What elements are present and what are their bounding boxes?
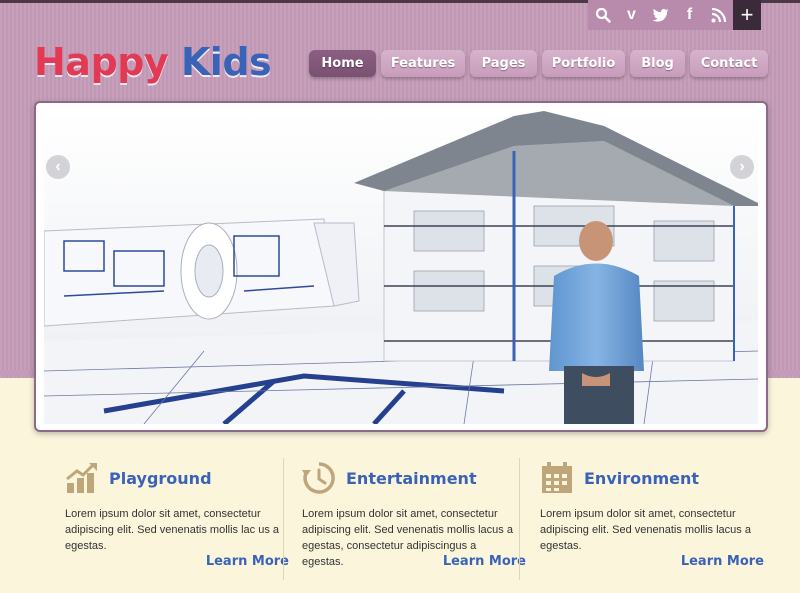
plus-icon[interactable]: + (733, 0, 761, 30)
search-icon[interactable] (588, 0, 617, 30)
main-nav: Home Features Pages Portfolio Blog Conta… (309, 50, 768, 77)
logo-word-kids: Kids (180, 40, 272, 84)
feature-text: Lorem ipsum dolor sit amet, consectetur … (65, 508, 280, 552)
feature-text: Lorem ipsum dolor sit amet, consectetur … (540, 508, 751, 552)
chart-icon (66, 463, 97, 493)
nav-blog[interactable]: Blog (630, 50, 685, 77)
nav-home[interactable]: Home (309, 50, 376, 77)
learn-more-link[interactable]: Learn More (443, 554, 526, 569)
feature-title: Playground (109, 468, 212, 488)
feature-title: Environment (584, 468, 700, 488)
hero-slider (34, 101, 768, 432)
nav-portfolio[interactable]: Portfolio (542, 50, 625, 77)
feature-title: Entertainment (346, 468, 477, 488)
nav-features[interactable]: Features (381, 50, 465, 77)
column-divider (283, 458, 284, 580)
history-clock-icon (302, 462, 335, 494)
slider-prev-button[interactable]: ‹ (46, 155, 70, 179)
slide-image (44, 111, 758, 424)
rss-icon[interactable] (704, 0, 733, 30)
feature-playground: Playground Lorem ipsum dolor sit amet, c… (65, 458, 303, 569)
feature-header: Entertainment (302, 458, 540, 498)
learn-more-link[interactable]: Learn More (681, 554, 764, 569)
twitter-icon[interactable] (646, 0, 675, 30)
nav-contact[interactable]: Contact (690, 50, 768, 77)
social-bar: v f + (588, 0, 761, 30)
feature-header: Environment (540, 458, 778, 498)
learn-more-link[interactable]: Learn More (206, 554, 289, 569)
feature-environment: Environment Lorem ipsum dolor sit amet, … (540, 458, 778, 569)
facebook-icon[interactable]: f (675, 0, 704, 30)
column-divider (519, 458, 520, 580)
nav-pages[interactable]: Pages (470, 50, 537, 77)
vimeo-icon[interactable]: v (617, 0, 646, 30)
feature-header: Playground (65, 458, 303, 498)
site-logo[interactable]: Happy Kids (34, 40, 272, 84)
calendar-icon (542, 462, 572, 493)
feature-entertainment: Entertainment Lorem ipsum dolor sit amet… (302, 458, 540, 570)
logo-word-happy: Happy (34, 40, 169, 84)
slider-next-button[interactable]: › (730, 155, 754, 179)
